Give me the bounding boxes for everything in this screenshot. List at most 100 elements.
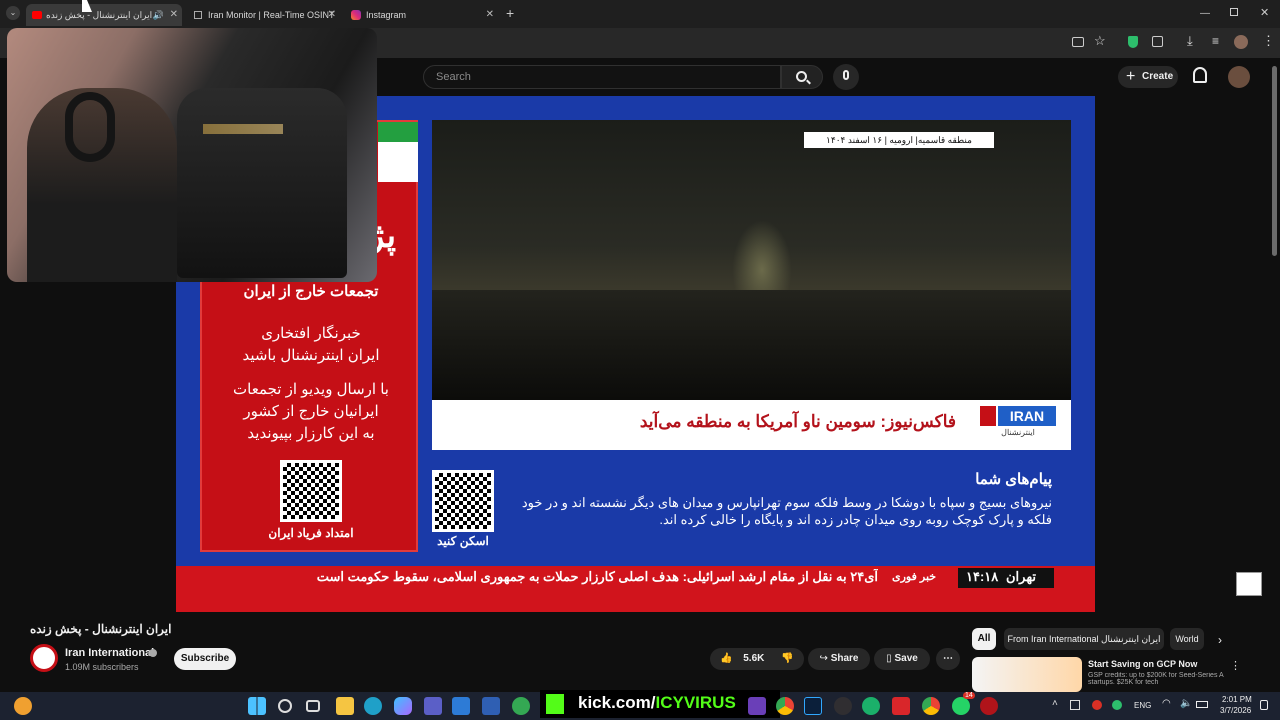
- gaming-chair: [177, 88, 347, 278]
- verified-icon: [149, 649, 157, 657]
- tray-icon-red[interactable]: [1092, 700, 1102, 710]
- scan-label: اسکن کنید: [437, 534, 489, 548]
- subscribe-button[interactable]: Subscribe: [174, 648, 236, 670]
- chrome-active-icon[interactable]: [922, 697, 940, 715]
- create-button[interactable]: + Create: [1118, 66, 1178, 88]
- streamer-webcam: [7, 28, 377, 282]
- channel-avatar[interactable]: [30, 644, 58, 672]
- more-actions-button[interactable]: ⋯: [936, 648, 960, 670]
- copilot-icon[interactable]: [394, 697, 412, 715]
- panel-line-2: خبرنگار افتخاری: [261, 325, 361, 342]
- bookmark-star-icon[interactable]: ☆: [1094, 33, 1106, 49]
- language-indicator[interactable]: ENG: [1134, 701, 1151, 710]
- tab-instagram[interactable]: Instagram ✕: [348, 4, 498, 26]
- breaking-news-ticker: تهران ۱۴:۱۸ خبر فوری آی۲۴ به نقل از مقام…: [176, 566, 1095, 612]
- chip-world[interactable]: World: [1170, 628, 1204, 650]
- chip-all[interactable]: All: [972, 628, 996, 650]
- edge-icon[interactable]: [364, 697, 382, 715]
- messages-title: پیام‌های شما: [975, 471, 1052, 488]
- battery-icon[interactable]: [1196, 701, 1208, 708]
- obs-icon[interactable]: [834, 697, 852, 715]
- app-icon[interactable]: [452, 697, 470, 715]
- panel-line-4: با ارسال ویدیو از تجمعات: [233, 381, 389, 398]
- edge-dev-icon[interactable]: [862, 697, 880, 715]
- video-title: ایران اینترنشنال - پخش زنده: [30, 622, 172, 636]
- notification-icon[interactable]: [1260, 700, 1268, 710]
- volume-icon[interactable]: 🔈: [1180, 698, 1192, 709]
- tab-iran-monitor[interactable]: Iran Monitor | Real-Time OSINT ✕: [190, 4, 340, 26]
- tray-icon-green[interactable]: [1112, 700, 1122, 710]
- visual-studio-icon[interactable]: [748, 697, 766, 715]
- extensions-icon[interactable]: [1152, 36, 1163, 47]
- tab-list-chevron-icon[interactable]: ⌄: [6, 6, 20, 20]
- chevron-right-icon[interactable]: ›: [1218, 633, 1222, 647]
- notifications-bell-icon[interactable]: [1193, 67, 1207, 83]
- wifi-icon[interactable]: ◠: [1162, 698, 1171, 709]
- close-tab-icon[interactable]: ✕: [170, 4, 178, 26]
- scan-qr-code: [432, 470, 494, 532]
- profile-avatar[interactable]: [1234, 35, 1248, 49]
- whatsapp-icon[interactable]: [952, 697, 970, 715]
- new-tab-button[interactable]: +: [506, 5, 514, 21]
- task-view-icon[interactable]: [306, 700, 320, 712]
- download-icon[interactable]: ⤓: [1187, 33, 1193, 49]
- news-headline: فاکس‌نیوز: سومین ناو آمریکا به منطقه می‌…: [639, 412, 956, 431]
- close-tab-icon[interactable]: ✕: [486, 4, 494, 26]
- panel-line-1: تجمعات خارج از ایران: [243, 283, 379, 300]
- qr-code: [280, 460, 342, 522]
- account-avatar[interactable]: [1228, 66, 1250, 88]
- mouse-cursor-icon: [82, 0, 92, 12]
- store-icon[interactable]: [482, 697, 500, 715]
- tab-youtube[interactable]: ایران اینترنشنال - پخش زنده 🔊 ✕: [26, 4, 182, 26]
- taskbar-search-icon[interactable]: [278, 699, 292, 713]
- teams-icon[interactable]: [424, 697, 442, 715]
- clock-date[interactable]: 3/7/2026: [1220, 706, 1251, 715]
- photoshop-icon[interactable]: [804, 697, 822, 715]
- cast-icon[interactable]: [1072, 37, 1084, 47]
- shield-extension-icon[interactable]: [1128, 36, 1138, 48]
- chip-from-channel[interactable]: From Iran International ایران اینترنشنال: [1004, 628, 1164, 650]
- channel-name[interactable]: Iran International: [65, 647, 154, 659]
- voice-search-button[interactable]: [833, 64, 859, 90]
- iran-monitor-favicon-icon: [194, 11, 202, 19]
- panel-line-3: ایران اینترنشنال باشید: [242, 347, 380, 364]
- windows-start-icon[interactable]: [248, 697, 266, 715]
- close-tab-icon[interactable]: ✕: [328, 4, 336, 26]
- like-button[interactable]: 👍 5.6K 👎: [710, 648, 804, 670]
- save-label: Save: [894, 653, 918, 664]
- ad-body: GSP credits: up to $200K for Seed-Series…: [1088, 672, 1224, 686]
- tray-app-icon[interactable]: [1070, 700, 1080, 710]
- location-caption: منطقه قاسمیه| ارومیه | ۱۶ اسفند ۱۴۰۴: [804, 132, 994, 148]
- close-window-icon[interactable]: ✕: [1260, 6, 1269, 19]
- app-red-icon[interactable]: [892, 697, 910, 715]
- ticker-time: ۱۴:۱۸: [966, 569, 999, 584]
- minimize-icon[interactable]: —: [1200, 8, 1210, 19]
- clock-time[interactable]: 2:01 PM: [1222, 695, 1252, 704]
- ad-title[interactable]: Start Saving on GCP Now: [1088, 659, 1228, 669]
- tab-title: Iran Monitor | Real-Time OSINT: [208, 10, 335, 20]
- chrome-icon[interactable]: [776, 697, 794, 715]
- thumbs-down-icon[interactable]: 👎: [781, 653, 793, 664]
- file-explorer-icon[interactable]: [336, 697, 354, 715]
- speaker-icon[interactable]: 🔊: [153, 4, 164, 26]
- app-gear-icon[interactable]: [980, 697, 998, 715]
- search-input[interactable]: Search: [423, 65, 781, 89]
- mini-logo-thumbnail[interactable]: [1236, 572, 1262, 596]
- tray-chevron-icon[interactable]: ˄: [1052, 698, 1058, 709]
- chrome-icon-left[interactable]: [512, 697, 530, 715]
- kick-domain: kick.com/: [578, 693, 656, 712]
- media-control-icon[interactable]: ≡: [1212, 34, 1219, 48]
- qr-caption: امتداد فریاد ایران: [268, 526, 354, 540]
- page-scrollbar[interactable]: [1272, 66, 1277, 256]
- save-button[interactable]: ▯ Save: [874, 648, 930, 670]
- weather-widget-icon[interactable]: [14, 697, 32, 715]
- ad-menu-icon[interactable]: ⋮: [1230, 659, 1241, 672]
- browser-menu-icon[interactable]: ⋮: [1262, 33, 1275, 49]
- search-icon-handle: [806, 79, 811, 85]
- ad-thumbnail[interactable]: [972, 657, 1082, 692]
- share-button[interactable]: ↪ Share: [808, 648, 870, 670]
- chair-brand-text: [203, 124, 283, 134]
- search-button[interactable]: [781, 65, 823, 89]
- restore-icon[interactable]: [1230, 8, 1238, 16]
- headphones: [65, 92, 115, 162]
